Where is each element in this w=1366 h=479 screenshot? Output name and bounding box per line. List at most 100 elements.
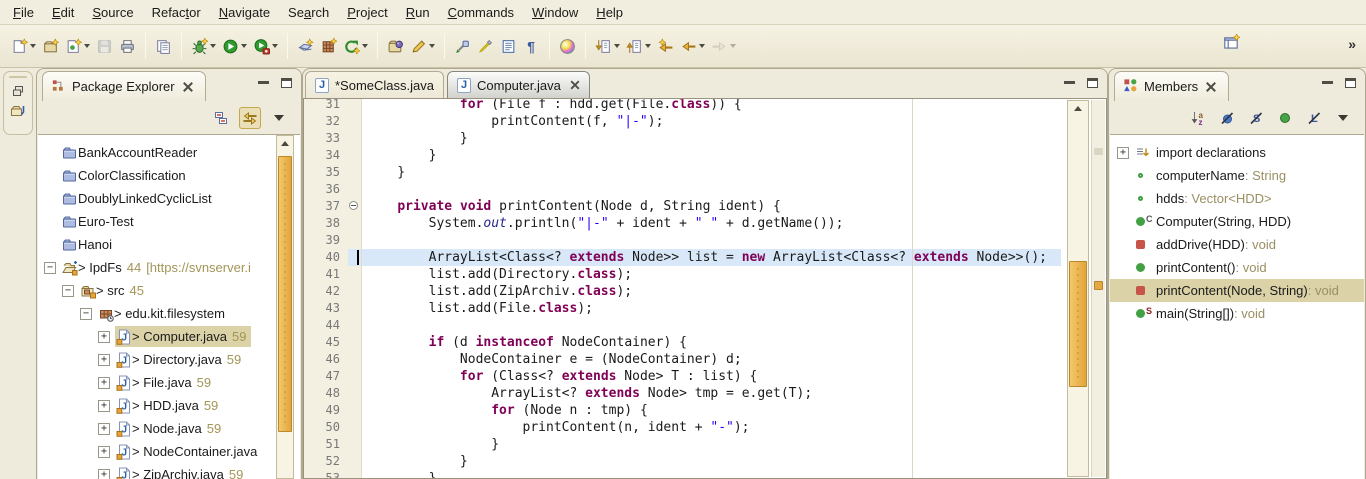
code-line-49[interactable]: 49 for (Node n : tmp) { xyxy=(304,402,1061,419)
overview-ruler[interactable] xyxy=(1091,100,1105,477)
show-whitespace-button[interactable]: ¶ xyxy=(520,35,543,58)
search-button[interactable] xyxy=(407,35,438,58)
scrollbar-thumb[interactable] xyxy=(1069,261,1087,387)
code-text[interactable]: NodeContainer e = (NodeContainer) d; xyxy=(362,351,1061,368)
tree-item-hdd-java[interactable]: +J> HDD.java59 xyxy=(38,394,300,417)
link-with-editor-button[interactable] xyxy=(239,107,261,129)
code-line-51[interactable]: 51 } xyxy=(304,436,1061,453)
last-edit-location-button[interactable] xyxy=(654,35,677,58)
code-text[interactable]: } xyxy=(362,470,1061,478)
tree-item-ipdfs[interactable]: −> IpdFs44[https://svnserver.i xyxy=(38,256,300,279)
code-text[interactable]: printContent(n, ident + "-"); xyxy=(362,419,1061,436)
member-hdds[interactable]: hdds : Vector<HDD> xyxy=(1110,187,1364,210)
close-view-icon[interactable] xyxy=(1206,82,1216,92)
minimize-view-button[interactable] xyxy=(1322,79,1333,84)
code-line-44[interactable]: 44 xyxy=(304,317,1061,334)
dropdown-caret-icon[interactable] xyxy=(272,44,278,48)
dropdown-caret-icon[interactable] xyxy=(30,44,36,48)
dropdown-caret-icon[interactable] xyxy=(614,44,620,48)
maximize-view-button[interactable] xyxy=(281,78,292,88)
open-perspective-button[interactable] xyxy=(1222,34,1240,55)
tree-item-colorclassification[interactable]: ColorClassification xyxy=(38,164,300,187)
menu-navigate[interactable]: Navigate xyxy=(210,2,279,23)
member-printcontent-[interactable]: printContent() : void xyxy=(1110,256,1364,279)
code-text[interactable]: } xyxy=(362,130,1061,147)
code-text[interactable] xyxy=(362,317,1061,334)
menu-edit[interactable]: Edit xyxy=(43,2,83,23)
member-adddrive-hdd-[interactable]: addDrive(HDD) : void xyxy=(1110,233,1364,256)
member-computer-string-hdd-[interactable]: CComputer(String, HDD) xyxy=(1110,210,1364,233)
members-tab[interactable]: Members xyxy=(1114,71,1229,101)
dropdown-caret-icon[interactable] xyxy=(362,44,368,48)
new-project-button[interactable] xyxy=(39,35,62,58)
code-line-31[interactable]: 31 for (File f : hdd.get(File.class)) { xyxy=(304,99,1061,113)
java-perspective-button[interactable] xyxy=(9,102,27,120)
code-text[interactable]: for (File f : hdd.get(File.class)) { xyxy=(362,99,1061,113)
print-button[interactable] xyxy=(116,35,139,58)
collapse-icon[interactable]: − xyxy=(80,308,92,320)
previous-annotation-button[interactable] xyxy=(623,35,654,58)
dropdown-caret-icon[interactable] xyxy=(730,44,736,48)
editor-tab-computer-java[interactable]: JComputer.java xyxy=(447,71,590,98)
open-resource-button[interactable] xyxy=(384,35,407,58)
import-wizard-button[interactable] xyxy=(294,35,317,58)
expand-icon[interactable]: + xyxy=(98,400,110,412)
member-printcontent-node-string-[interactable]: printContent(Node, String) : void xyxy=(1110,279,1364,302)
new-class-button[interactable] xyxy=(62,35,93,58)
tree-item-hanoi[interactable]: Hanoi xyxy=(38,233,300,256)
dropdown-caret-icon[interactable] xyxy=(241,44,247,48)
code-line-39[interactable]: 39 xyxy=(304,232,1061,249)
expand-icon[interactable]: + xyxy=(98,377,110,389)
view-menu-button[interactable] xyxy=(1332,107,1354,129)
hide-fields-button[interactable] xyxy=(1216,107,1238,129)
menu-search[interactable]: Search xyxy=(279,2,338,23)
run-external-tools-button[interactable] xyxy=(250,35,281,58)
tree-item-directory-java[interactable]: +J> Directory.java59 xyxy=(38,348,300,371)
sort-alphabetically-button[interactable]: az xyxy=(1187,107,1209,129)
highlight-button[interactable] xyxy=(474,35,497,58)
code-line-43[interactable]: 43 list.add(File.class); xyxy=(304,300,1061,317)
menu-commands[interactable]: Commands xyxy=(439,2,523,23)
collapse-all-button[interactable] xyxy=(210,107,232,129)
minimize-editor-button[interactable] xyxy=(1064,79,1075,84)
expand-icon[interactable]: + xyxy=(98,354,110,366)
dropdown-caret-icon[interactable] xyxy=(645,44,651,48)
tree-item-doublylinkedcycliclist[interactable]: DoublyLinkedCyclicList xyxy=(38,187,300,210)
tree-item-edu-kit-filesystem[interactable]: −> edu.kit.filesystem xyxy=(38,302,300,325)
dropdown-caret-icon[interactable] xyxy=(699,44,705,48)
menu-window[interactable]: Window xyxy=(523,2,587,23)
package-explorer-scrollbar[interactable] xyxy=(276,135,294,479)
close-view-icon[interactable] xyxy=(183,82,193,92)
member-import-declarations[interactable]: +import declarations xyxy=(1110,141,1364,164)
tree-item-file-java[interactable]: +J> File.java59 xyxy=(38,371,300,394)
member-main-string-[interactable]: Smain(String[]) : void xyxy=(1110,302,1364,325)
code-line-35[interactable]: 35 } xyxy=(304,164,1061,181)
run-button[interactable] xyxy=(219,35,250,58)
code-line-46[interactable]: 46 NodeContainer e = (NodeContainer) d; xyxy=(304,351,1061,368)
code-text[interactable]: list.add(Directory.class); xyxy=(362,266,1061,283)
tree-item-node-java[interactable]: +J> Node.java59 xyxy=(38,417,300,440)
menu-file[interactable]: File xyxy=(4,2,43,23)
drag-grip[interactable] xyxy=(9,76,27,78)
menu-refactor[interactable]: Refactor xyxy=(143,2,210,23)
code-text[interactable] xyxy=(362,232,1061,249)
scroll-up-icon[interactable] xyxy=(1068,101,1088,116)
menu-help[interactable]: Help xyxy=(587,2,632,23)
code-line-47[interactable]: 47 for (Class<? extends Node> T : list) … xyxy=(304,368,1061,385)
expand-icon[interactable]: + xyxy=(98,469,110,479)
color-palette-button[interactable] xyxy=(556,35,579,58)
code-text[interactable]: private void printContent(Node d, String… xyxy=(362,198,1061,215)
next-annotation-button[interactable] xyxy=(592,35,623,58)
menu-run[interactable]: Run xyxy=(397,2,439,23)
code-line-33[interactable]: 33 } xyxy=(304,130,1061,147)
code-line-40[interactable]: 40 ArrayList<Class<? extends Node>> list… xyxy=(304,249,1061,266)
code-text[interactable]: printContent(f, "|-"); xyxy=(362,113,1061,130)
collapse-fold-icon[interactable] xyxy=(349,201,358,210)
code-line-32[interactable]: 32 printContent(f, "|-"); xyxy=(304,113,1061,130)
code-line-36[interactable]: 36 xyxy=(304,181,1061,198)
code-text[interactable]: list.add(ZipArchiv.class); xyxy=(362,283,1061,300)
maximize-view-button[interactable] xyxy=(1345,78,1356,88)
package-explorer-tab[interactable]: Package Explorer xyxy=(42,71,206,101)
dropdown-caret-icon[interactable] xyxy=(429,44,435,48)
scroll-up-icon[interactable] xyxy=(277,136,293,151)
